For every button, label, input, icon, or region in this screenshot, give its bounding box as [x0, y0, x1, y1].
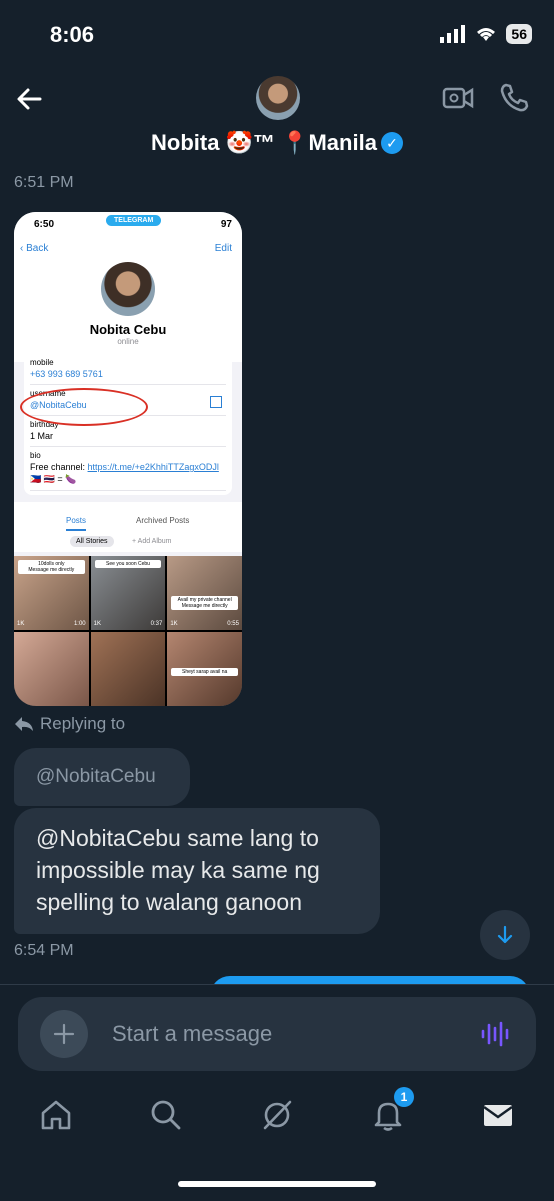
attachment-profile: Nobita Cebu online	[14, 262, 242, 362]
media-tile: Avail my private channel Message me dire…	[167, 556, 242, 630]
all-stories-chip: All Stories	[70, 536, 114, 547]
attachment-time: 6:50	[34, 219, 55, 230]
status-icons: 56	[440, 24, 532, 44]
mobile-label: mobile	[30, 358, 54, 367]
message-input[interactable]: Start a message	[112, 1021, 272, 1047]
bio-row: bio Free channel: https://t.me/+e2KhhiTT…	[30, 447, 226, 491]
mobile-row: mobile +63 993 689 5761	[30, 354, 226, 385]
status-bar: 8:06 56	[0, 0, 554, 70]
message-bubble[interactable]: @NobitaCebu same lang to impossible may …	[14, 808, 380, 934]
image-attachment[interactable]: 6:50 TELEGRAM 97 ‹ Back Edit Nobita Cebu…	[14, 212, 242, 706]
media-tile: Sheyt sarap avail na	[167, 632, 242, 706]
attachment-profile-name: Nobita Cebu	[89, 322, 167, 337]
add-media-button[interactable]	[40, 1010, 88, 1058]
attachment-battery: 97	[220, 219, 232, 230]
tile-duration: 1:00	[73, 621, 86, 627]
tile-caption: Avail my private channel Message me dire…	[171, 596, 238, 610]
tab-search[interactable]	[148, 1097, 184, 1133]
battery-indicator: 56	[506, 24, 532, 44]
media-tile: 10dolls only Message me directly 1K 1:00	[14, 556, 89, 630]
media-tile	[90, 632, 166, 706]
wifi-icon	[477, 28, 496, 41]
home-icon	[41, 1100, 71, 1130]
message-timestamp: 6:51 PM	[14, 174, 74, 191]
tile-views: 1K	[170, 621, 178, 627]
bio-flags: 🇵🇭 🇹🇭 = 🍆	[30, 474, 77, 484]
tile-views: 1K	[93, 621, 101, 627]
media-tile	[14, 632, 89, 706]
grok-icon	[263, 1100, 292, 1130]
attachment-edit-label: Edit	[214, 243, 232, 254]
arrow-left-icon	[17, 88, 42, 110]
tab-notifications[interactable]: 1	[370, 1087, 414, 1133]
posts-tab: Posts	[66, 516, 87, 531]
tile-views: 1K	[17, 621, 25, 627]
attachment-media-grid: 10dolls only Message me directly 1K 1:00…	[14, 556, 242, 706]
audio-waveform-icon	[481, 1021, 509, 1047]
bottom-panel: Start a message 1	[0, 984, 554, 1201]
tile-duration: 0:37	[150, 621, 163, 627]
tab-bar: 1	[0, 1085, 554, 1149]
envelope-icon	[483, 1105, 513, 1126]
tab-grok[interactable]	[259, 1097, 295, 1133]
tile-caption: 10dolls only Message me directly	[18, 560, 85, 574]
voice-call-button[interactable]	[498, 82, 530, 114]
attachment-nav: ‹ Back Edit	[14, 238, 242, 262]
attachment-info-card: mobile +63 993 689 5761 username @Nobita…	[20, 350, 232, 495]
video-call-button[interactable]	[442, 84, 474, 112]
qr-code-icon	[210, 396, 222, 408]
tile-caption: Sheyt sarap avail na	[171, 668, 238, 676]
red-circle-annotation	[20, 388, 148, 426]
attachment-status-bar: 6:50 TELEGRAM 97	[14, 212, 242, 238]
attachment-tabs: Posts Archived Posts All Stories + Add A…	[14, 502, 242, 552]
status-time: 8:06	[50, 22, 95, 47]
media-tile: See you soon Cebu 1K 0:37	[90, 556, 166, 630]
attachment-avatar	[101, 262, 155, 316]
bio-link: https://t.me/+e2KhhiTTZagxODJl	[87, 462, 219, 472]
archived-posts-tab: Archived Posts	[136, 516, 190, 525]
birthday-value: 1 Mar	[30, 431, 54, 441]
arrow-down-icon	[497, 925, 513, 944]
tile-duration: 0:55	[227, 621, 239, 627]
verified-badge-icon: ✓	[380, 132, 403, 154]
quoted-handle: @NobitaCebu	[36, 766, 156, 787]
replying-to-label: Replying to	[40, 714, 126, 733]
scroll-to-bottom-button[interactable]	[480, 910, 530, 960]
attachment-back-text: Back	[26, 243, 49, 254]
telegram-pill: TELEGRAM	[106, 215, 162, 226]
attachment-presence: online	[117, 337, 139, 346]
mobile-value: +63 993 689 5761	[30, 369, 103, 379]
message-composer: Start a message	[18, 997, 536, 1071]
conversation-title[interactable]: Nobita 🤡™ 📍Manila ✓	[0, 130, 554, 156]
tile-caption: See you soon Cebu	[94, 560, 162, 568]
replying-to-indicator: Replying to	[14, 714, 125, 734]
home-indicator	[178, 1181, 376, 1187]
notification-badge: 1	[394, 1087, 414, 1107]
conversation-header: Nobita 🤡™ 📍Manila ✓	[0, 70, 554, 170]
message-text: @NobitaCebu same lang to impossible may …	[36, 825, 320, 915]
add-album-chip: + Add Album	[132, 538, 172, 545]
tab-home[interactable]	[38, 1097, 74, 1133]
quoted-message-bubble[interactable]: @NobitaCebu	[14, 748, 190, 806]
tab-messages[interactable]	[480, 1097, 516, 1133]
plus-icon	[53, 1023, 75, 1045]
search-icon	[151, 1100, 181, 1130]
voice-message-button[interactable]	[480, 1019, 510, 1049]
attachment-back-label: ‹ Back	[20, 243, 49, 254]
contact-name: Nobita 🤡™ 📍Manila	[151, 130, 377, 155]
signal-icon	[440, 25, 466, 43]
bio-prefix: Free channel:	[30, 462, 88, 472]
phone-icon	[500, 83, 529, 112]
bio-label: bio	[30, 451, 41, 460]
bio-value: Free channel: https://t.me/+e2KhhiTTZagx…	[30, 462, 226, 472]
avatar[interactable]	[256, 76, 300, 120]
video-camera-icon	[442, 87, 474, 109]
message-timestamp: 6:54 PM	[14, 942, 74, 959]
reply-arrow-icon	[15, 717, 33, 731]
back-button[interactable]	[14, 84, 44, 114]
